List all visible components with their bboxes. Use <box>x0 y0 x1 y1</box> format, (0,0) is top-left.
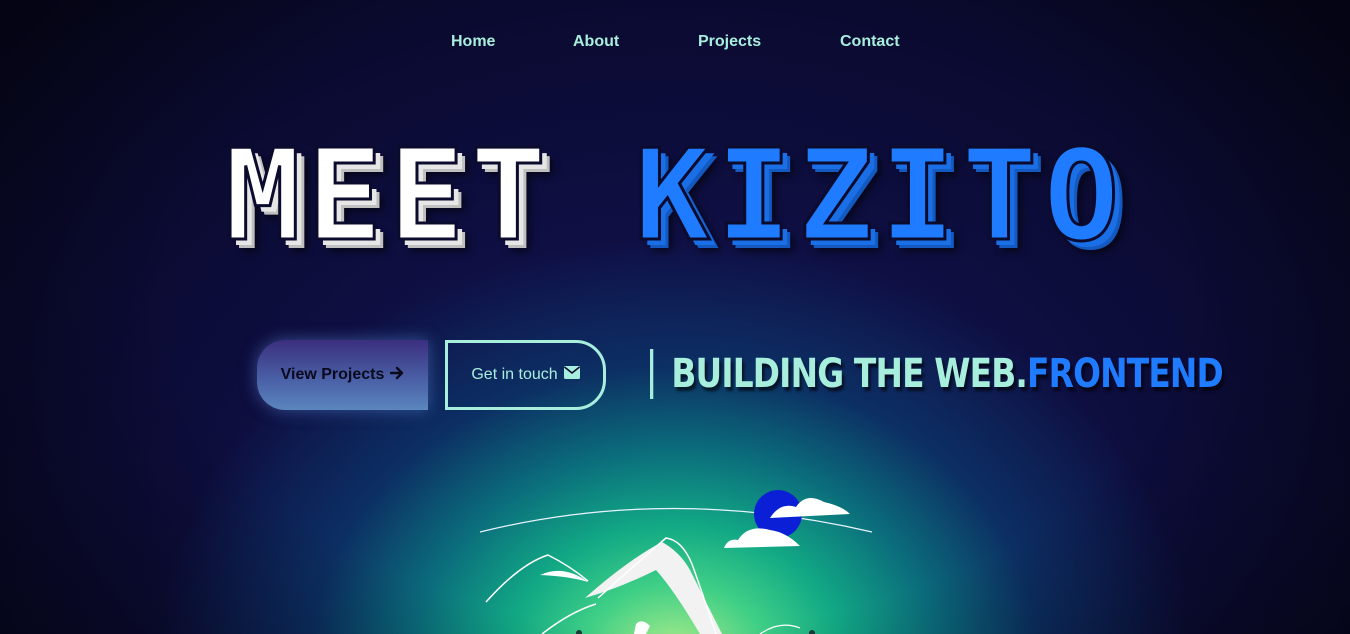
hill-line <box>759 624 801 634</box>
typing-cursor <box>650 349 654 399</box>
get-in-touch-label: Get in touch <box>471 366 558 383</box>
tagline-highlight: FRONTEND <box>1027 351 1224 397</box>
hill-line <box>541 603 597 634</box>
tree-dot <box>809 630 815 634</box>
hero-illustration <box>479 490 873 634</box>
hero-title: MEET KIZITO <box>0 124 1350 267</box>
nav-home-link[interactable]: Home <box>451 33 495 51</box>
envelope-icon <box>563 366 580 384</box>
view-projects-label: View Projects <box>280 366 385 383</box>
arrow-right-icon <box>390 366 404 385</box>
tagline-main: BUILDING THE WEB. <box>671 351 1028 397</box>
mountain-outline <box>485 554 589 603</box>
mountain-peak <box>585 542 722 634</box>
rock-icon <box>634 621 650 634</box>
view-projects-button[interactable]: View Projects <box>257 340 428 410</box>
hero-tagline: BUILDING THE WEB. FRONTEND <box>650 344 1224 404</box>
nav-contact-link[interactable]: Contact <box>840 33 900 51</box>
main-nav: Home About Projects Contact <box>0 33 1350 57</box>
hero-title-word1: MEET <box>223 122 553 269</box>
mountain-snowcap <box>540 570 588 582</box>
nav-projects-link[interactable]: Projects <box>698 33 761 51</box>
get-in-touch-button[interactable]: Get in touch <box>445 340 606 410</box>
hero-title-name: KIZITO <box>633 122 1126 269</box>
tree-dot <box>576 630 582 634</box>
nav-about-link[interactable]: About <box>573 33 619 51</box>
